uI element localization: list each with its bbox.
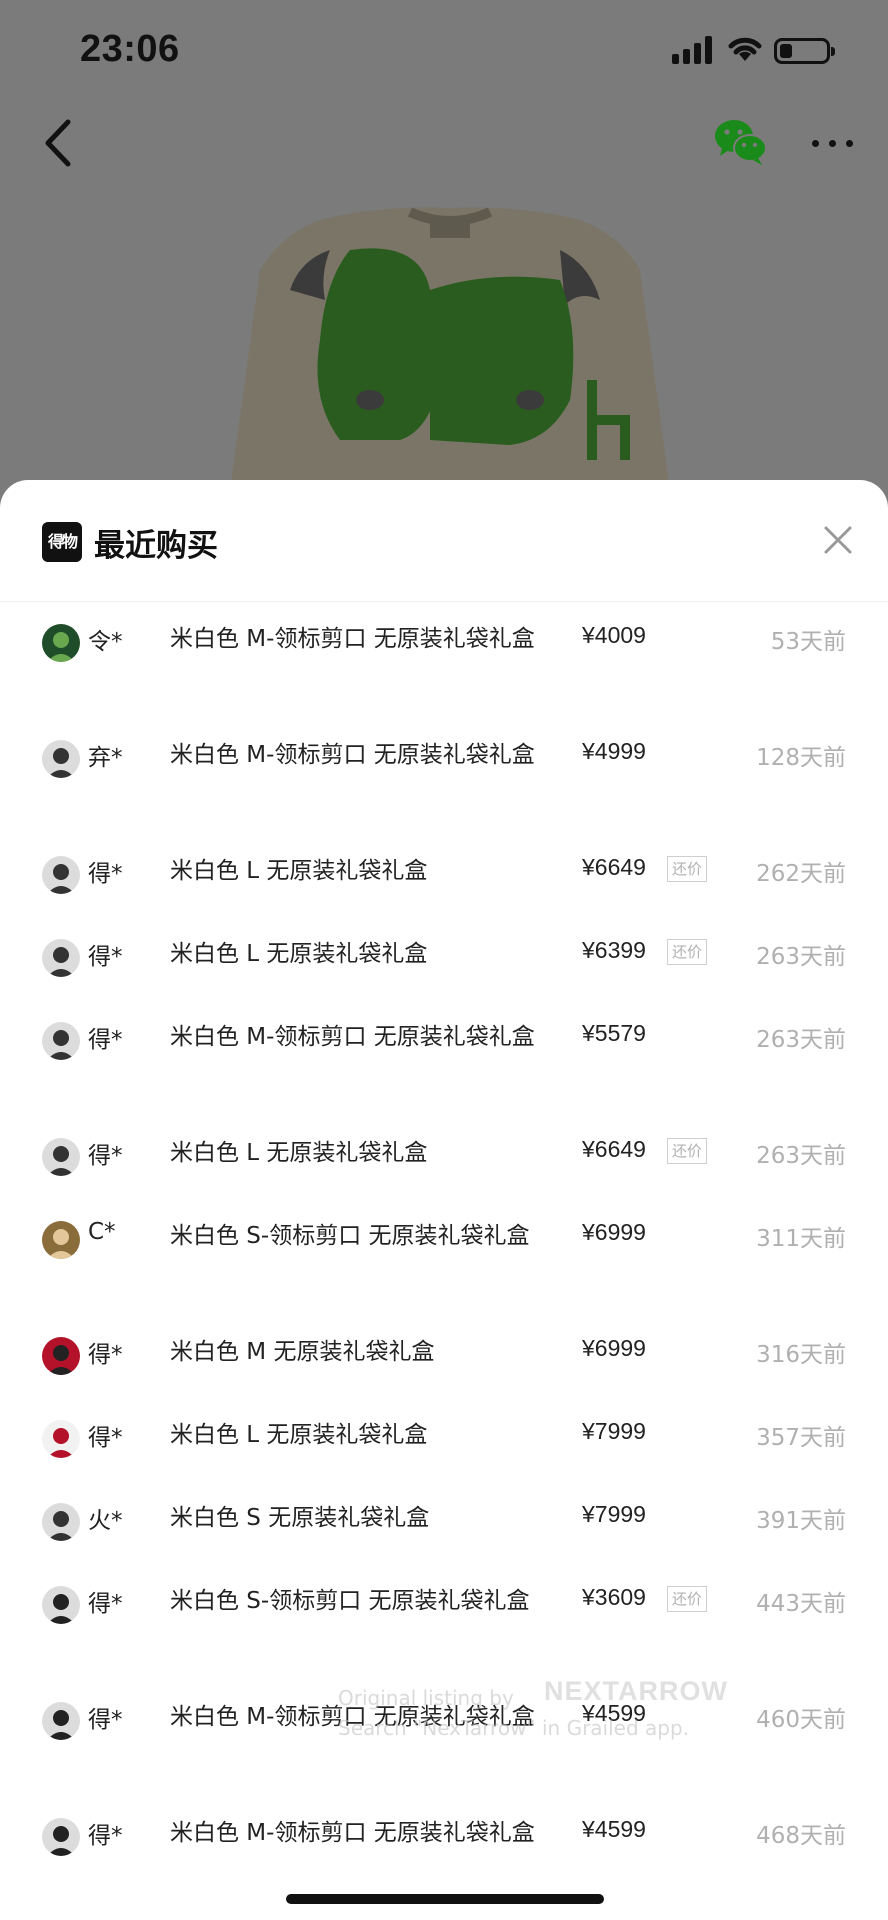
purchase-time: 443天前 [756, 1591, 846, 1617]
purchase-price: ¥6999 [582, 1335, 646, 1361]
purchase-time: 468天前 [756, 1823, 846, 1849]
status-time: 23:06 [80, 28, 180, 70]
battery-icon [774, 38, 835, 64]
close-icon[interactable] [818, 520, 858, 560]
purchase-time: 128天前 [756, 745, 846, 771]
buyer-name: 得* [88, 1707, 123, 1733]
purchase-price: ¥6649 [582, 1136, 646, 1162]
status-bar: 23:06 [0, 0, 888, 100]
product-spec: 米白色 M-领标剪口 无原装礼袋礼盒 [170, 742, 535, 768]
purchase-time: 263天前 [756, 944, 846, 970]
product-spec: 米白色 L 无原装礼袋礼盒 [170, 858, 428, 884]
purchase-time: 262天前 [756, 861, 846, 887]
purchase-time: 53天前 [770, 629, 846, 655]
avatar [42, 1138, 80, 1176]
purchase-time: 357天前 [756, 1425, 846, 1451]
product-spec: 米白色 M-领标剪口 无原装礼袋礼盒 [170, 1024, 535, 1050]
buyer-name: 得* [88, 1591, 123, 1617]
purchase-price: ¥7999 [582, 1418, 646, 1444]
purchase-time: 316天前 [756, 1342, 846, 1368]
product-spec: 米白色 S-领标剪口 无原装礼袋礼盒 [170, 1588, 530, 1614]
purchase-price: ¥7999 [582, 1501, 646, 1527]
avatar [42, 1818, 80, 1856]
purchase-time: 263天前 [756, 1143, 846, 1169]
purchase-time: 263天前 [756, 1027, 846, 1053]
buyer-name: 得* [88, 1342, 123, 1368]
bargain-tag: 还价 [667, 1586, 708, 1612]
avatar [42, 1503, 80, 1541]
purchase-price: ¥4009 [582, 622, 646, 648]
bargain-tag: 还价 [667, 856, 708, 882]
purchase-price: ¥4599 [582, 1816, 646, 1842]
buyer-name: 得* [88, 1425, 123, 1451]
wifi-icon [728, 37, 762, 61]
avatar [42, 1702, 80, 1740]
more-options-button[interactable] [808, 124, 858, 164]
avatar [42, 1420, 80, 1458]
buyer-name: 得* [88, 1143, 123, 1169]
avatar [42, 856, 80, 894]
product-spec: 米白色 M 无原装礼袋礼盒 [170, 1339, 435, 1365]
product-spec: 米白色 L 无原装礼袋礼盒 [170, 1140, 428, 1166]
purchase-price: ¥4999 [582, 738, 646, 764]
product-spec: 米白色 M-领标剪口 无原装礼袋礼盒 [170, 1820, 535, 1846]
avatar [42, 1022, 80, 1060]
product-image [230, 207, 670, 490]
avatar [42, 1337, 80, 1375]
purchase-time: 391天前 [756, 1508, 846, 1534]
purchase-price: ¥3609 [582, 1584, 646, 1610]
home-indicator [286, 1894, 604, 1904]
buyer-name: 弃* [88, 745, 123, 771]
bargain-tag: 还价 [667, 1138, 708, 1164]
purchase-time: 311天前 [756, 1226, 846, 1252]
avatar [42, 1586, 80, 1624]
back-button[interactable] [36, 112, 86, 174]
product-spec: 米白色 S-领标剪口 无原装礼袋礼盒 [170, 1223, 530, 1249]
avatar [42, 1221, 80, 1259]
purchase-price: ¥5579 [582, 1020, 646, 1046]
watermark-brand: NEXTARROW [544, 1676, 728, 1706]
product-spec: 米白色 L 无原装礼袋礼盒 [170, 1422, 428, 1448]
buyer-name: 得* [88, 944, 123, 970]
wechat-share-icon[interactable] [712, 116, 770, 168]
buyer-name: 得* [88, 1027, 123, 1053]
avatar [42, 624, 80, 662]
purchase-time: 460天前 [756, 1707, 846, 1733]
buyer-name: 得* [88, 861, 123, 887]
app-logo: 得物 [42, 522, 82, 562]
buyer-name: C* [88, 1219, 116, 1245]
avatar [42, 740, 80, 778]
purchase-price: ¥6649 [582, 854, 646, 880]
sheet-title: 最近购买 [94, 528, 218, 564]
buyer-name: 得* [88, 1823, 123, 1849]
purchase-price: ¥6399 [582, 937, 646, 963]
buyer-name: 火* [88, 1508, 123, 1534]
watermark: Original listing by NEXTARROW Search "Ne… [338, 1676, 727, 1756]
purchase-price: ¥6999 [582, 1219, 646, 1245]
product-spec: 米白色 M-领标剪口 无原装礼袋礼盒 [170, 626, 535, 652]
watermark-line1: Original listing by [338, 1686, 514, 1710]
avatar [42, 939, 80, 977]
product-spec: 米白色 S 无原装礼袋礼盒 [170, 1505, 430, 1531]
recent-purchases-sheet: 得物 最近购买 令* 米白色 M-领标剪口 无原装礼袋礼盒 ¥4009 53天前弃* 米… [0, 480, 888, 1920]
sheet-header: 得物 最近购买 [0, 480, 888, 602]
bargain-tag: 还价 [667, 939, 708, 965]
watermark-line2: Search "NexTarrow" in Grailed app. [338, 1716, 690, 1740]
product-spec: 米白色 L 无原装礼袋礼盒 [170, 941, 428, 967]
cellular-signal-icon [672, 36, 714, 64]
buyer-name: 令* [88, 629, 123, 655]
